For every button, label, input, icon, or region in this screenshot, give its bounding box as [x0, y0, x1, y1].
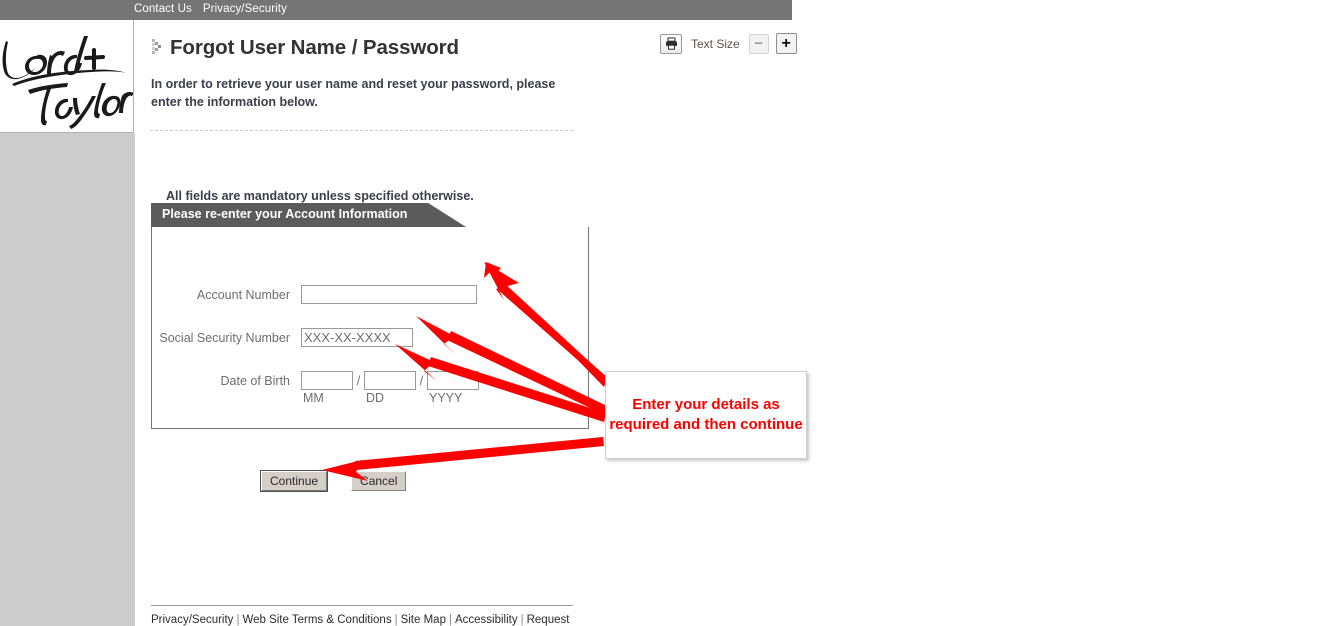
- mandatory-fields-note: All fields are mandatory unless specifie…: [166, 189, 474, 203]
- footer-link-site-map[interactable]: Site Map: [401, 614, 446, 626]
- chevron-right-icon: [152, 39, 161, 54]
- text-size-label: Text Size: [691, 36, 740, 51]
- top-bar-link-privacy-security[interactable]: Privacy/Security: [203, 3, 287, 15]
- account-number-input[interactable]: [301, 285, 477, 304]
- top-utility-bar: Contact Us Privacy/Security: [0, 0, 792, 20]
- account-number-label: Account Number: [196, 287, 290, 302]
- month-hint: MM: [303, 391, 324, 405]
- print-button[interactable]: [660, 33, 682, 54]
- top-bar-link-group: Contact Us Privacy/Security: [134, 3, 287, 15]
- social-security-number-input[interactable]: [301, 328, 413, 347]
- account-number-row: Account Number: [152, 285, 477, 304]
- date-separator-2: /: [419, 374, 424, 388]
- date-of-birth-row: Date of Birth / / MM DD YYYY: [152, 371, 479, 405]
- cancel-button[interactable]: Cancel: [351, 471, 407, 491]
- footer-separator: |: [448, 614, 452, 626]
- date-of-birth-day-input[interactable]: [364, 371, 416, 390]
- date-of-birth-year-input[interactable]: [427, 371, 479, 390]
- text-size-toolbar: Text Size − +: [660, 33, 797, 54]
- footer-link-accessibility[interactable]: Accessibility: [455, 614, 518, 626]
- continue-button[interactable]: Continue: [259, 470, 329, 492]
- day-hint: DD: [366, 391, 385, 405]
- top-bar-link-contact-us[interactable]: Contact Us: [134, 3, 192, 15]
- form-action-buttons: Continue Cancel: [259, 470, 407, 492]
- main-content: Forgot User Name / Password In order to …: [135, 20, 1336, 626]
- footer-separator: |: [394, 614, 398, 626]
- logo-panel[interactable]: [0, 20, 134, 133]
- date-separator-1: /: [356, 374, 361, 388]
- social-security-number-row: Social Security Number: [152, 328, 413, 347]
- left-sidebar-rail: [0, 133, 135, 626]
- footer-link-web-site-terms[interactable]: Web Site Terms & Conditions: [242, 614, 391, 626]
- account-information-panel: Please re-enter your Account Information…: [151, 203, 589, 429]
- date-of-birth-group: / / MM DD YYYY: [301, 371, 479, 405]
- footer-link-group: Privacy/Security | Web Site Terms & Condit…: [151, 614, 569, 626]
- year-hint: YYYY: [429, 391, 463, 405]
- increase-text-size-button[interactable]: +: [775, 33, 797, 54]
- section-divider: [150, 130, 573, 131]
- date-of-birth-month-input[interactable]: [301, 371, 353, 390]
- date-of-birth-label: Date of Birth: [220, 374, 290, 388]
- footer-separator: |: [520, 614, 524, 626]
- panel-header: Please re-enter your Account Information: [151, 203, 466, 227]
- page-header: Forgot User Name / Password: [151, 36, 459, 60]
- intro-paragraph: In order to retrieve your user name and …: [151, 77, 556, 109]
- footer-link-privacy-security[interactable]: Privacy/Security: [151, 614, 233, 626]
- page-title: Forgot User Name / Password: [170, 36, 459, 59]
- decrease-text-size-button[interactable]: −: [748, 33, 769, 54]
- lord-and-taylor-logo: [2, 36, 133, 129]
- printer-icon: [665, 37, 677, 50]
- footer-link-request[interactable]: Request: [527, 614, 570, 626]
- panel-body: Account Number Social Security Number Da…: [151, 227, 589, 429]
- social-security-number-label: Social Security Number: [159, 330, 290, 345]
- footer-divider: [151, 605, 573, 606]
- panel-header-title: Please re-enter your Account Information: [162, 207, 408, 221]
